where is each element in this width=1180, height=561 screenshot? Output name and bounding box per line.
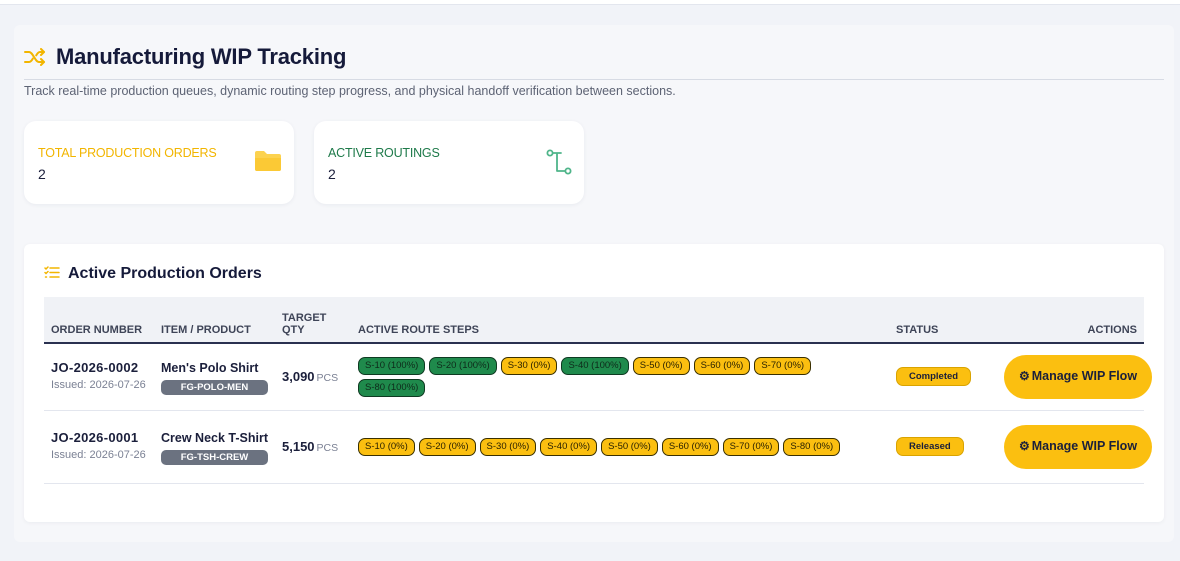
top-bar xyxy=(0,0,1180,5)
target-qty: 5,150 PCS xyxy=(282,439,339,454)
target-qty: 3,090 PCS xyxy=(282,369,339,385)
title-divider xyxy=(24,79,1164,80)
panel-header: Active Production Orders xyxy=(44,265,262,283)
manage-wip-flow-button[interactable]: ⚙ Manage WIP Flow xyxy=(1004,424,1152,469)
stat-card-active-routings: ACTIVE ROUTINGS 2 xyxy=(314,121,584,204)
sku-badge: FG-POLO-MEN xyxy=(161,379,268,395)
route-step-badge: S-10 (0%) xyxy=(358,437,415,456)
route-steps: S-10 (0%) S-20 (0%) S-30 (0%) S-40 (0%) … xyxy=(358,437,882,456)
route-step-badge: S-80 (100%) xyxy=(358,378,426,397)
table-header-row: ORDER NUMBER ITEM / PRODUCT TARGET QTY A… xyxy=(44,297,1144,344)
col-item-product: ITEM / PRODUCT xyxy=(154,297,275,344)
route-step-badge: S-20 (0%) xyxy=(418,437,476,456)
stat-label: TOTAL PRODUCTION ORDERS xyxy=(38,146,217,160)
checklist-icon xyxy=(44,265,60,283)
route-step-badge: S-60 (0%) xyxy=(693,356,751,375)
manage-wip-flow-label: ⚙ Manage WIP Flow xyxy=(1018,369,1138,384)
col-route-steps: ACTIVE ROUTE STEPS xyxy=(351,297,889,344)
route-step-badge: S-80 (0%) xyxy=(783,437,841,456)
manage-wip-flow-label: ⚙ Manage WIP Flow xyxy=(1018,439,1138,453)
page-header: Manufacturing WIP Tracking xyxy=(24,44,346,70)
route-step-badge: S-50 (0%) xyxy=(601,437,658,456)
route-step-badge: S-70 (0%) xyxy=(754,356,812,375)
route-step-badge: S-30 (0%) xyxy=(500,356,558,375)
col-status: STATUS xyxy=(889,297,979,344)
route-icon xyxy=(546,149,572,180)
status-badge: Completed xyxy=(896,367,972,387)
stat-card-total-orders: TOTAL PRODUCTION ORDERS 2 xyxy=(24,121,294,204)
page-subtitle: Track real-time production queues, dynam… xyxy=(24,84,676,98)
table-row: JO-2026-0002 Issued: 2026-07-26 Men's Po… xyxy=(44,343,1152,411)
panel-title: Active Production Orders xyxy=(68,265,262,282)
col-order-number: ORDER NUMBER xyxy=(44,297,154,344)
route-step-badge: S-60 (0%) xyxy=(661,437,719,456)
col-target-qty: TARGET QTY xyxy=(275,297,351,344)
gear-icon: ⚙ xyxy=(1018,369,1030,384)
order-number: JO-2026-0001 xyxy=(51,430,139,445)
page-title: Manufacturing WIP Tracking xyxy=(56,44,347,69)
shuffle-icon xyxy=(24,48,46,66)
sku-badge: FG-TSH-CREW xyxy=(161,449,268,465)
order-number: JO-2026-0002 xyxy=(51,360,139,376)
route-step-badge: S-10 (100%) xyxy=(358,356,426,375)
table-row: JO-2026-0001 Issued: 2026-07-26 Crew Nec… xyxy=(44,410,1152,484)
route-step-badge: S-40 (100%) xyxy=(561,356,629,375)
manage-wip-flow-button[interactable]: ⚙ Manage WIP Flow xyxy=(1004,354,1152,399)
issued-date: Issued: 2026-07-26 xyxy=(51,449,146,461)
route-step-badge: S-20 (100%) xyxy=(429,356,497,375)
stat-value: 2 xyxy=(38,166,46,182)
folder-icon xyxy=(254,149,282,178)
issued-date: Issued: 2026-07-26 xyxy=(51,379,146,392)
route-steps: S-10 (100%) S-20 (100%) S-30 (0%) S-40 (… xyxy=(358,356,882,397)
active-orders-panel: Active Production Orders ORDER NUMBER IT… xyxy=(24,244,1164,522)
stat-value: 2 xyxy=(328,166,336,182)
status-badge: Released xyxy=(896,437,964,456)
orders-table: ORDER NUMBER ITEM / PRODUCT TARGET QTY A… xyxy=(44,297,1152,484)
route-step-badge: S-40 (0%) xyxy=(540,437,598,456)
item-name: Men's Polo Shirt xyxy=(161,360,259,375)
route-step-badge: S-70 (0%) xyxy=(722,437,780,456)
stat-label: ACTIVE ROUTINGS xyxy=(328,146,440,160)
item-name: Crew Neck T-Shirt xyxy=(161,430,268,445)
col-actions: ACTIONS xyxy=(979,297,1144,344)
route-step-badge: S-50 (0%) xyxy=(632,356,690,375)
gear-icon: ⚙ xyxy=(1018,439,1030,453)
route-step-badge: S-30 (0%) xyxy=(479,437,537,456)
